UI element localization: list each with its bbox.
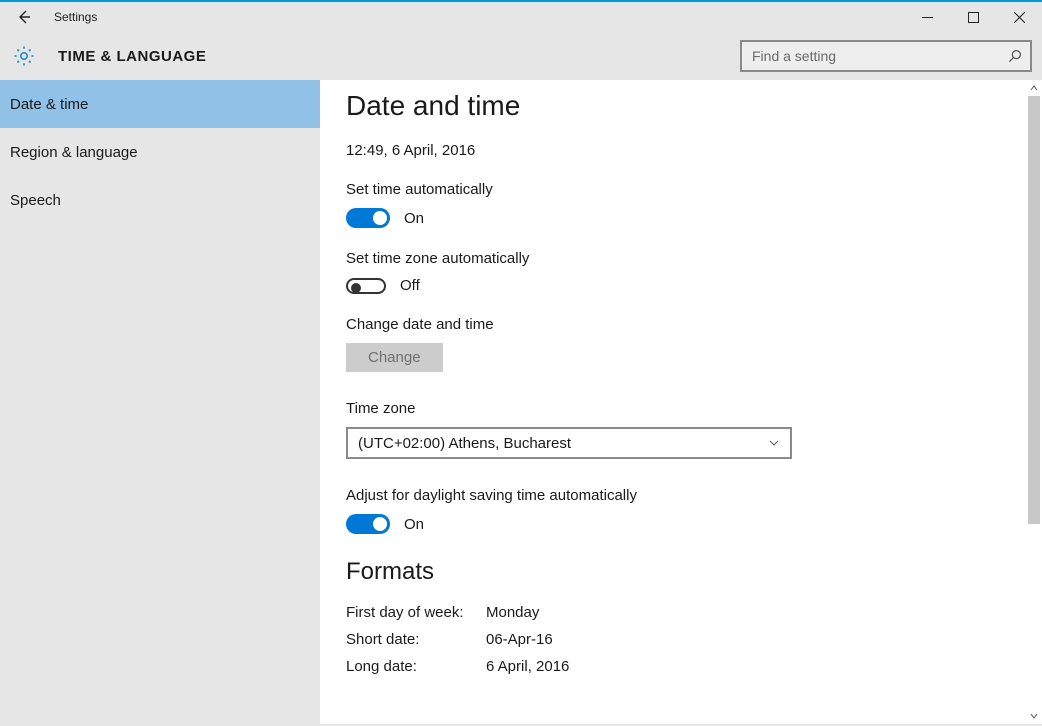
set-tz-auto-row: Off bbox=[346, 277, 1016, 294]
change-button: Change bbox=[346, 343, 443, 372]
minimize-icon bbox=[922, 12, 933, 23]
set-tz-auto-state: Off bbox=[400, 277, 420, 294]
set-tz-auto-label: Set time zone automatically bbox=[346, 250, 1016, 267]
sidebar-item-label: Region & language bbox=[10, 144, 138, 161]
dst-state: On bbox=[404, 516, 424, 533]
format-row: Short date: 06-Apr-16 bbox=[346, 631, 1016, 648]
content: Date and time 12:49, 6 April, 2016 Set t… bbox=[320, 80, 1042, 724]
scroll-track[interactable] bbox=[1026, 96, 1042, 708]
format-row: First day of week: Monday bbox=[346, 604, 1016, 621]
change-button-label: Change bbox=[368, 349, 421, 366]
category-title: TIME & LANGUAGE bbox=[58, 48, 206, 65]
scrollbar[interactable] bbox=[1026, 80, 1042, 724]
sidebar-item-label: Speech bbox=[10, 192, 61, 209]
format-row: Long date: 6 April, 2016 bbox=[346, 658, 1016, 675]
maximize-button[interactable] bbox=[950, 2, 996, 32]
scroll-down-button[interactable] bbox=[1026, 708, 1042, 724]
back-arrow-icon bbox=[16, 9, 32, 25]
format-value: 6 April, 2016 bbox=[486, 658, 569, 675]
format-value: Monday bbox=[486, 604, 539, 621]
search-box[interactable] bbox=[740, 40, 1032, 72]
timezone-select[interactable]: (UTC+02:00) Athens, Bucharest bbox=[346, 427, 792, 459]
gear-icon bbox=[12, 44, 36, 68]
sidebar-item-speech[interactable]: Speech bbox=[0, 176, 320, 224]
current-datetime: 12:49, 6 April, 2016 bbox=[346, 142, 1016, 159]
dst-row: On bbox=[346, 514, 1016, 534]
format-label: First day of week: bbox=[346, 604, 486, 621]
minimize-button[interactable] bbox=[904, 2, 950, 32]
chevron-up-icon bbox=[1029, 83, 1039, 93]
set-time-auto-row: On bbox=[346, 208, 1016, 228]
body: Date & time Region & language Speech Dat… bbox=[0, 80, 1042, 724]
timezone-value: (UTC+02:00) Athens, Bucharest bbox=[358, 435, 571, 452]
timezone-label: Time zone bbox=[346, 400, 1016, 417]
chevron-down-icon bbox=[768, 437, 780, 449]
set-time-auto-label: Set time automatically bbox=[346, 181, 1016, 198]
change-dt-label: Change date and time bbox=[346, 316, 1016, 333]
sidebar-item-date-time[interactable]: Date & time bbox=[0, 80, 320, 128]
back-button[interactable] bbox=[0, 2, 48, 32]
header: TIME & LANGUAGE bbox=[0, 32, 1042, 80]
format-label: Short date: bbox=[346, 631, 486, 648]
dst-toggle[interactable] bbox=[346, 514, 390, 534]
set-tz-auto-toggle[interactable] bbox=[346, 278, 386, 294]
window-controls bbox=[904, 2, 1042, 32]
set-time-auto-state: On bbox=[404, 210, 424, 227]
search-input[interactable] bbox=[752, 48, 1007, 64]
format-label: Long date: bbox=[346, 658, 486, 675]
sidebar: Date & time Region & language Speech bbox=[0, 80, 320, 724]
page-title: Date and time bbox=[346, 90, 1016, 122]
search-icon bbox=[1007, 49, 1022, 64]
close-icon bbox=[1014, 12, 1025, 23]
set-time-auto-toggle[interactable] bbox=[346, 208, 390, 228]
chevron-down-icon bbox=[1029, 711, 1039, 721]
titlebar: Settings bbox=[0, 2, 1042, 32]
scroll-up-button[interactable] bbox=[1026, 80, 1042, 96]
sidebar-item-region-language[interactable]: Region & language bbox=[0, 128, 320, 176]
close-button[interactable] bbox=[996, 2, 1042, 32]
scroll-thumb[interactable] bbox=[1028, 96, 1040, 524]
formats-heading: Formats bbox=[346, 558, 1016, 586]
formats-table: First day of week: Monday Short date: 06… bbox=[346, 604, 1016, 675]
format-value: 06-Apr-16 bbox=[486, 631, 553, 648]
maximize-icon bbox=[968, 12, 979, 23]
sidebar-item-label: Date & time bbox=[10, 96, 88, 113]
window-title: Settings bbox=[54, 10, 97, 24]
dst-label: Adjust for daylight saving time automati… bbox=[346, 487, 1016, 504]
